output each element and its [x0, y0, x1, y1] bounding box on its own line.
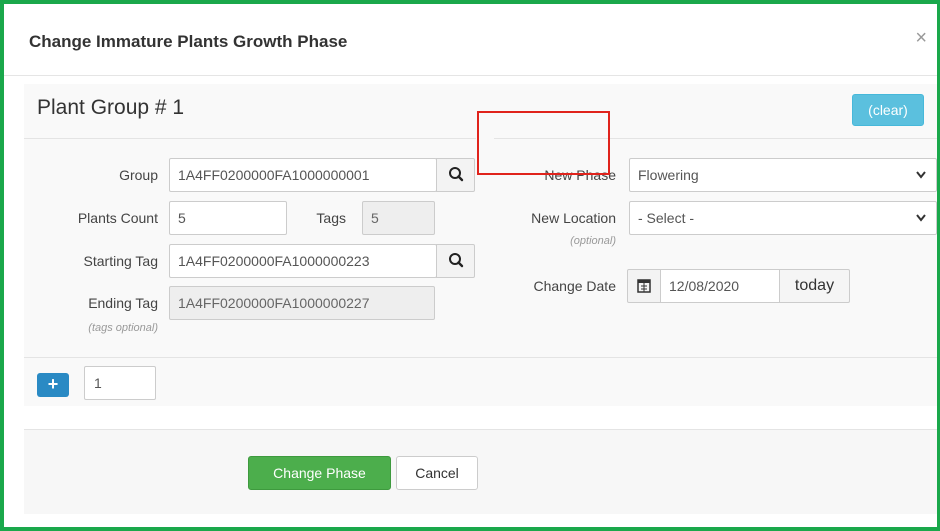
ending-tag-field: 1A4FF0200000FA1000000227 [169, 286, 435, 320]
close-icon[interactable]: × [915, 28, 927, 48]
clear-button[interactable]: (clear) [852, 94, 924, 126]
change-date-label: Change Date [533, 278, 616, 294]
change-date-input[interactable]: 12/08/2020 [660, 269, 780, 303]
new-location-value: - Select - [638, 210, 695, 226]
group-count-input[interactable]: 1 [84, 366, 156, 400]
change-phase-button[interactable]: Change Phase [248, 456, 391, 490]
search-icon [449, 253, 464, 268]
new-phase-value: Flowering [638, 167, 699, 183]
group-input[interactable]: 1A4FF0200000FA1000000001 [169, 158, 437, 192]
add-group-button[interactable]: + [37, 373, 69, 397]
chevron-down-icon [915, 202, 927, 234]
dialog-actions: Change Phase Cancel [24, 429, 937, 514]
tags-label: Tags [316, 210, 346, 226]
chevron-down-icon [915, 159, 927, 191]
new-location-select[interactable]: - Select - [629, 201, 937, 235]
new-location-optional-note: (optional) [570, 235, 616, 247]
new-location-highlight [477, 111, 610, 175]
new-location-label: New Location [531, 210, 616, 226]
group-label: Group [119, 167, 158, 183]
dialog-header: Change Immature Plants Growth Phase × [4, 4, 937, 76]
calendar-icon [637, 279, 651, 293]
search-icon [449, 167, 464, 182]
dialog-frame: Change Immature Plants Growth Phase × Pl… [0, 0, 940, 531]
tags-optional-note: (tags optional) [88, 322, 158, 334]
starting-tag-label: Starting Tag [83, 253, 158, 269]
cancel-button[interactable]: Cancel [396, 456, 478, 490]
plants-count-input[interactable]: 5 [169, 201, 287, 235]
calendar-button[interactable] [627, 269, 661, 303]
dialog-title: Change Immature Plants Growth Phase [29, 32, 348, 51]
plus-icon: + [47, 374, 59, 394]
plants-count-label: Plants Count [77, 210, 158, 226]
today-button[interactable]: today [779, 269, 850, 303]
tags-count-field: 5 [362, 201, 435, 235]
ending-tag-label: Ending Tag [88, 295, 158, 311]
divider [24, 138, 476, 139]
group-search-button[interactable] [436, 158, 475, 192]
starting-tag-search-button[interactable] [436, 244, 475, 278]
add-group-row: + 1 [24, 357, 937, 406]
starting-tag-input[interactable]: 1A4FF0200000FA1000000223 [169, 244, 437, 278]
plant-group-title: Plant Group # 1 [37, 96, 185, 119]
new-phase-select[interactable]: Flowering [629, 158, 937, 192]
